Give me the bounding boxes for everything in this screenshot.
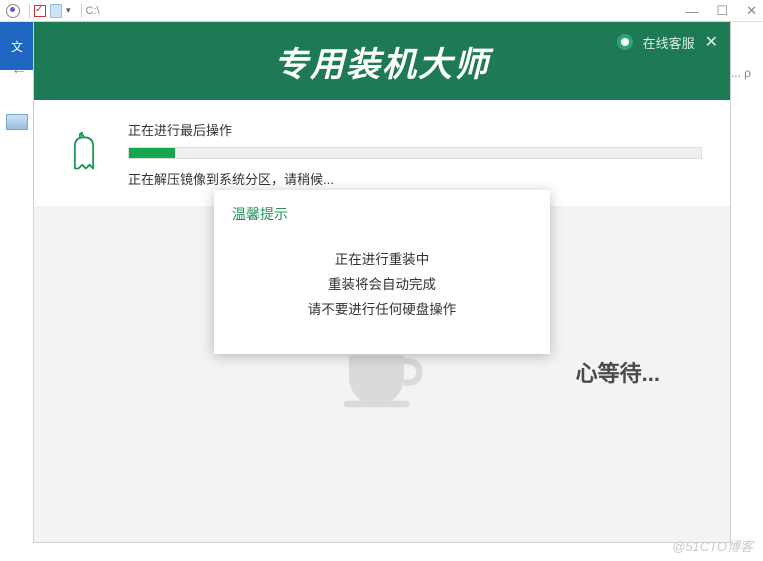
- tip-line-2: 重装将会自动完成: [232, 273, 532, 298]
- app-header: 专用装机大师 在线客服 ✕: [34, 22, 730, 100]
- check-icon[interactable]: [34, 5, 46, 17]
- progress-label: 正在进行最后操作: [128, 120, 702, 139]
- progress-fill: [129, 148, 175, 158]
- document-icon[interactable]: [50, 4, 62, 18]
- tip-line-3: 请不要进行任何硬盘操作: [232, 298, 532, 323]
- tip-line-1: 正在进行重装中: [232, 248, 532, 273]
- ghost-icon: [62, 130, 106, 174]
- tip-dialog: 温馨提示 正在进行重装中 重装将会自动完成 请不要进行任何硬盘操作: [214, 190, 550, 354]
- customer-service-link[interactable]: 在线客服: [643, 33, 695, 52]
- waiting-text: 心等待...: [576, 356, 660, 388]
- progress-bar: [128, 147, 702, 159]
- separator: [29, 4, 30, 18]
- app-close-button[interactable]: ✕: [705, 32, 718, 52]
- progress-status-text: 正在解压镜像到系统分区，请稍候...: [128, 169, 702, 188]
- explorer-sidebar: [0, 70, 34, 130]
- search-suffix[interactable]: ... ρ: [731, 66, 751, 80]
- tip-title: 温馨提示: [232, 204, 532, 224]
- window-close[interactable]: ✕: [746, 3, 757, 19]
- separator: [81, 4, 82, 18]
- path-text: C:\: [86, 5, 100, 17]
- dropdown-icon[interactable]: ▾: [66, 5, 71, 16]
- customer-service-icon: [617, 34, 633, 50]
- watermark: @51CTO博客: [672, 536, 753, 555]
- app-icon: [6, 4, 20, 18]
- drive-icon[interactable]: [6, 114, 28, 130]
- window-minimize[interactable]: —: [685, 4, 698, 19]
- window-maximize[interactable]: ☐: [716, 3, 728, 19]
- app-title: 专用装机大师: [274, 37, 490, 86]
- window-titlebar: ▾ C:\ — ☐ ✕: [0, 0, 763, 22]
